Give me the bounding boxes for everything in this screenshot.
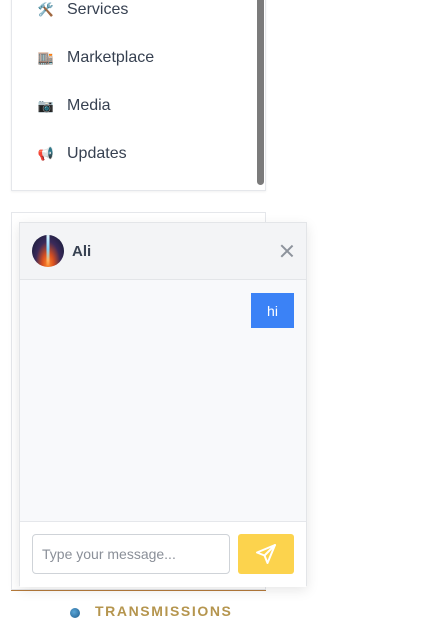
store-icon: 🏬 (37, 50, 55, 65)
menu-item-label: Marketplace (67, 49, 155, 66)
send-icon (256, 544, 276, 564)
menu-item-media[interactable]: 📷 Media (38, 94, 111, 118)
avatar (32, 235, 64, 267)
message-input[interactable] (32, 534, 230, 574)
section-transmissions[interactable]: TRANSMISSIONS (70, 603, 232, 619)
chat-window: Ali hi (19, 222, 307, 587)
menu-item-label: Services (67, 1, 129, 18)
tools-icon: 🛠️ (37, 2, 55, 17)
message-bubble-sent: hi (251, 293, 294, 328)
close-icon[interactable] (278, 242, 296, 260)
menu-item-label: Updates (67, 145, 127, 162)
megaphone-icon: 📢 (37, 146, 55, 161)
menu-scrollbar[interactable] (257, 0, 264, 185)
chat-footer (20, 521, 306, 587)
divider (11, 590, 266, 591)
send-button[interactable] (238, 534, 294, 574)
menu-item-services[interactable]: 🛠️ Services (38, 0, 128, 22)
menu-item-marketplace[interactable]: 🏬 Marketplace (38, 46, 154, 70)
chat-messages: hi (20, 280, 306, 521)
menu-item-updates[interactable]: 📢 Updates (38, 142, 127, 166)
camera-icon: 📷 (37, 98, 55, 113)
nav-menu-dropdown: 🛠️ Services 🏬 Marketplace 📷 Media 📢 Upda… (11, 0, 266, 191)
menu-item-label: Media (67, 97, 111, 114)
globe-icon (70, 608, 80, 618)
chat-contact-name: Ali (72, 243, 92, 260)
chat-header: Ali (20, 223, 306, 280)
section-label: TRANSMISSIONS (95, 603, 233, 619)
